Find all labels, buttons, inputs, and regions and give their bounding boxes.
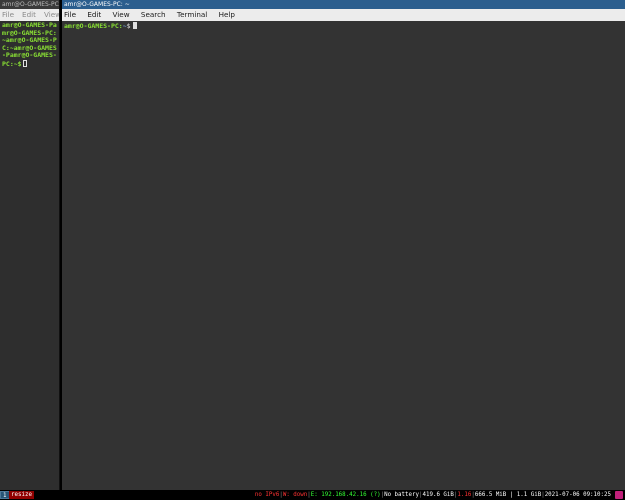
main-menubar: File Edit View Search Terminal Help (62, 9, 625, 21)
ipv6-status: no IPv6 (254, 492, 280, 498)
load-status: 1.16 (457, 492, 472, 498)
left-menu-file[interactable]: File (2, 10, 14, 19)
disk-status: 419.6 GiB (422, 492, 454, 498)
left-menu-edit[interactable]: Edit (22, 10, 36, 19)
prompt-user-host: amr@O-GAMES-PC: (64, 22, 123, 30)
tray-app-icon[interactable] (615, 491, 623, 499)
left-terminal-area[interactable]: amr@O-GAMES-Pamr@O-GAMES-PC:~amr@O-GAMES… (0, 21, 59, 490)
left-terminal-window[interactable]: amr@O-GAMES-PC: ~ File Edit View amr@O-GAM… (0, 0, 60, 490)
menu-edit[interactable]: Edit (87, 10, 101, 19)
left-menubar: File Edit View (0, 9, 59, 21)
left-window-titlebar[interactable]: amr@O-GAMES-PC: ~ (0, 0, 59, 9)
left-menu-view[interactable]: View (44, 10, 59, 19)
prompt-symbol: $ (126, 22, 131, 30)
menu-terminal[interactable]: Terminal (177, 10, 207, 19)
left-terminal-cursor (22, 59, 27, 67)
menu-view[interactable]: View (113, 10, 130, 19)
memory-status: 666.5 MiB | 1.1 GiB (474, 492, 542, 498)
menu-file[interactable]: File (64, 10, 76, 19)
terminal-cursor (132, 22, 137, 29)
main-terminal-window[interactable]: amr@O-GAMES-PC: ~ File Edit View Search … (62, 0, 625, 490)
main-window-titlebar[interactable]: amr@O-GAMES-PC: ~ (62, 0, 625, 9)
wifi-status: W: down (282, 492, 308, 498)
menu-help[interactable]: Help (219, 10, 235, 19)
left-terminal-text: amr@O-GAMES-Pamr@O-GAMES-PC:~amr@O-GAMES… (2, 21, 57, 68)
ethernet-status: E: 192.168.42.16 (?) (310, 492, 381, 498)
battery-status: No battery (384, 492, 419, 498)
status-bar: 1 resize no IPv6|W: down|E: 192.168.42.1… (0, 490, 625, 500)
mode-indicator: resize (9, 491, 34, 499)
main-terminal-area[interactable]: amr@O-GAMES-PC:~$ (62, 21, 625, 490)
menu-search[interactable]: Search (141, 10, 166, 19)
status-blocks: no IPv6|W: down|E: 192.168.42.16 (?)|No … (254, 492, 611, 498)
datetime-status: 2021-07-06 09:10:25 (544, 492, 611, 498)
